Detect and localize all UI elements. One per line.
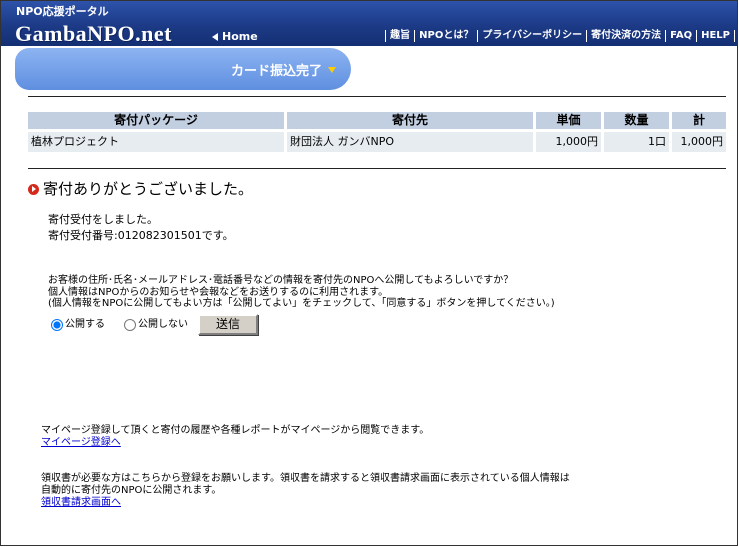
nav-item-purpose[interactable]: 趣旨	[385, 30, 414, 42]
radio-disclose[interactable]	[51, 319, 63, 331]
disclosure-line: (個人情報をNPOに公開してもよい方は「公開してよい」をチェックして、「同意する…	[48, 298, 555, 309]
cell-package: 植林プロジェクト	[28, 132, 284, 152]
column-header-recipient: 寄付先	[287, 112, 533, 129]
mypage-section: マイページ登録して頂くと寄付の履歴や各種レポートがマイページから閲覧できます。 …	[41, 425, 429, 448]
site-header: NPO応援ポータル GambaNPO.net Home 趣旨 NPOとは？ プラ…	[1, 1, 737, 46]
logo-tagline: NPO応援ポータル	[16, 5, 109, 18]
submit-button[interactable]: 送信	[198, 314, 258, 335]
nav-item-about-npo[interactable]: NPOとは？	[414, 30, 477, 42]
receipt-request-link[interactable]: 領収書請求画面へ	[41, 497, 121, 509]
cell-unit-price: 1,000円	[536, 132, 601, 152]
radio-do-not-disclose[interactable]	[124, 319, 136, 331]
left-triangle-icon	[212, 32, 218, 41]
nav-item-payment-methods[interactable]: 寄付決済の方法	[586, 30, 665, 42]
donation-table: 寄付パッケージ 寄付先 単価 数量 計 植林プロジェクト 財団法人 ガンバNPO…	[28, 112, 726, 152]
mypage-register-link[interactable]: マイページ登録へ	[41, 437, 121, 449]
donation-number-line: 寄付受付番号:012082301501です。	[48, 229, 234, 242]
cell-total: 1,000円	[672, 132, 726, 152]
step-banner: カード振込完了	[15, 48, 351, 90]
disclosure-line: 個人情報はNPOからのお知らせや会報などをお送りするのに利用されます。	[48, 286, 389, 298]
thanks-heading: 寄付ありがとうございました。	[28, 180, 253, 198]
nav-item-privacy-policy[interactable]: プライバシーポリシー	[477, 30, 586, 42]
radio-do-not-disclose-label[interactable]: 公開しない	[138, 319, 188, 331]
disclosure-line: お客様の住所･氏名･メールアドレス･電話番号などの情報を寄付先のNPOへ公開して…	[48, 275, 514, 286]
divider	[28, 168, 726, 169]
column-header-unit-price: 単価	[536, 112, 601, 129]
column-header-total: 計	[672, 112, 726, 129]
page: NPO応援ポータル GambaNPO.net Home 趣旨 NPOとは？ プラ…	[0, 0, 738, 546]
disclosure-form: 公開する 公開しない 送信	[48, 314, 263, 336]
column-header-package: 寄付パッケージ	[28, 112, 284, 129]
home-link[interactable]: Home	[212, 30, 258, 43]
receipt-section: 領収書が必要な方はこちらから登録をお願いします。領収書を請求すると領収書請求画面…	[41, 473, 570, 509]
red-circle-arrow-icon	[28, 183, 39, 195]
disclosure-question: お客様の住所･氏名･メールアドレス･電話番号などの情報を寄付先のNPOへ公開して…	[48, 275, 555, 310]
header-nav: 趣旨 NPOとは？ プライバシーポリシー 寄付決済の方法 FAQ HELP	[385, 30, 735, 42]
column-header-quantity: 数量	[604, 112, 669, 129]
down-triangle-icon	[328, 67, 337, 73]
home-label: Home	[222, 30, 258, 43]
nav-item-help[interactable]: HELP	[696, 30, 734, 42]
receipt-confirmation: 寄付受付をしました。 寄付受付番号:012082301501です。	[48, 212, 234, 244]
confirmation-line: 寄付受付をしました。	[48, 213, 158, 226]
nav-item-faq[interactable]: FAQ	[665, 30, 696, 42]
site-logo[interactable]: NPO応援ポータル GambaNPO.net	[1, 1, 186, 46]
cell-recipient: 財団法人 ガンバNPO	[287, 132, 533, 152]
logo-wordmark: GambaNPO.net	[15, 21, 172, 46]
receipt-description: 領収書が必要な方はこちらから登録をお願いします。領収書を請求すると領収書請求画面…	[41, 473, 570, 484]
page-title: 寄付ありがとうございました。	[43, 180, 254, 198]
divider	[28, 96, 726, 97]
mypage-description: マイページ登録して頂くと寄付の履歴や各種レポートがマイページから閲覧できます。	[41, 425, 430, 436]
banner-title: カード振込完了	[231, 63, 323, 79]
receipt-description: 自動的に寄付先のNPOに公開されます。	[41, 485, 222, 496]
radio-disclose-label[interactable]: 公開する	[65, 319, 105, 331]
cell-quantity: 1口	[604, 132, 669, 152]
